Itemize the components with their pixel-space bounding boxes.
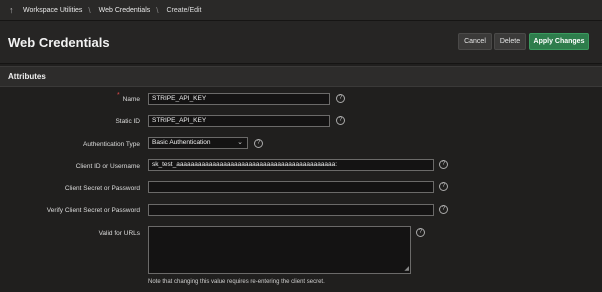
breadcrumb-separator: \ [88, 5, 91, 15]
verify-client-secret-input[interactable] [148, 204, 434, 216]
breadcrumb-current: Create/Edit [166, 6, 202, 14]
authentication-type-value: Basic Authentication [152, 139, 211, 146]
client-secret-note: Note that changing this value requires r… [148, 279, 325, 285]
client-secret-input[interactable] [148, 181, 434, 193]
help-icon[interactable]: ? [439, 205, 448, 214]
help-icon[interactable]: ? [439, 182, 448, 191]
breadcrumb-workspace-utilities[interactable]: Workspace Utilities [23, 7, 82, 14]
apply-changes-button[interactable]: Apply Changes [529, 33, 589, 50]
breadcrumb-web-credentials[interactable]: Web Credentials [99, 7, 151, 14]
resize-handle-icon[interactable]: ◢ [404, 265, 409, 272]
client-id-input[interactable]: sk_test_aaaaaaaaaaaaaaaaaaaaaaaaaaaaaaaa… [148, 159, 434, 171]
attributes-region-header: Attributes [0, 66, 602, 87]
cancel-button[interactable]: Cancel [458, 33, 492, 50]
authentication-type-label: Authentication Type [83, 141, 140, 148]
static-id-label: Static ID [115, 118, 140, 125]
help-icon[interactable]: ? [254, 139, 263, 148]
valid-for-urls-label: Valid for URLs [98, 230, 140, 237]
delete-button[interactable]: Delete [494, 33, 526, 50]
help-icon[interactable]: ? [439, 160, 448, 169]
arrow-up-icon[interactable]: ↑ [9, 5, 19, 15]
region-title: Attributes [8, 72, 46, 81]
breadcrumb-separator: \ [156, 5, 159, 15]
required-indicator: * [117, 92, 120, 99]
help-icon[interactable]: ? [336, 116, 345, 125]
static-id-input[interactable]: STRIPE_API_KEY [148, 115, 330, 127]
name-input[interactable]: STRIPE_API_KEY [148, 93, 330, 105]
verify-client-secret-label: Verify Client Secret or Password [46, 207, 140, 214]
help-icon[interactable]: ? [336, 94, 345, 103]
name-label: Name [122, 96, 140, 103]
client-secret-label: Client Secret or Password [64, 185, 140, 192]
valid-for-urls-textarea[interactable]: ◢ [148, 226, 411, 274]
client-id-label: Client ID or Username [75, 163, 140, 170]
breadcrumb: ↑ Workspace Utilities \ Web Credentials … [0, 0, 602, 21]
authentication-type-select[interactable]: Basic Authentication ⌄ [148, 137, 248, 149]
help-icon[interactable]: ? [416, 228, 425, 237]
page-title: Web Credentials [8, 35, 110, 50]
chevron-down-icon: ⌄ [237, 139, 243, 146]
